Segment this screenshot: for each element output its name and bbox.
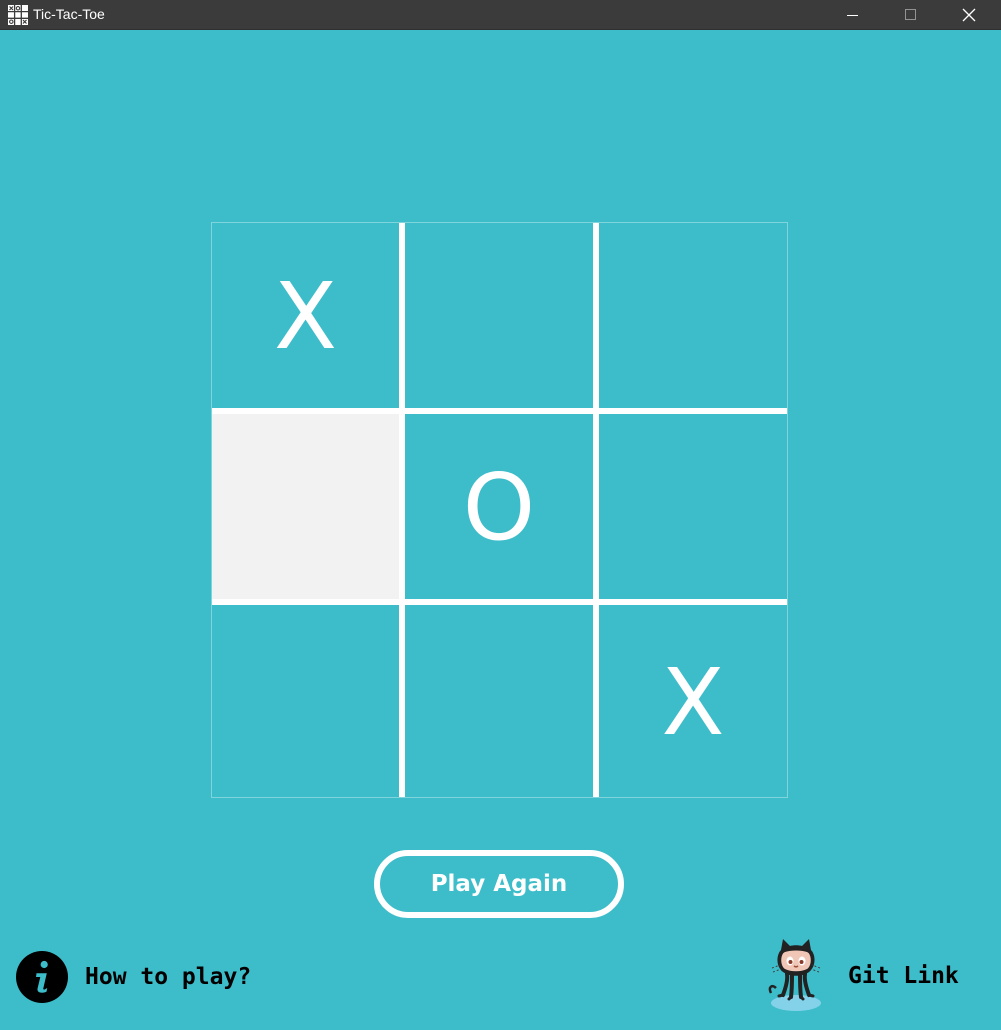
board-cell-r2-c1[interactable]	[212, 414, 399, 599]
board-cell-r2-c3[interactable]	[598, 414, 787, 599]
minimize-icon	[847, 15, 858, 16]
board-cell-r1-c2[interactable]	[405, 223, 593, 408]
board-cell-r2-c2[interactable]: O	[405, 414, 593, 599]
minimize-button[interactable]	[824, 0, 882, 30]
git-link-label: Git Link	[848, 963, 959, 989]
cell-mark: O	[462, 453, 536, 561]
game-board: X O X	[211, 222, 788, 798]
board-cell-r3-c1[interactable]	[212, 605, 399, 797]
board-cell-r1-c3[interactable]	[598, 223, 787, 408]
info-icon	[16, 950, 68, 1003]
play-again-button[interactable]: Play Again	[374, 850, 624, 918]
cell-mark: X	[273, 262, 338, 370]
how-to-play-link[interactable]: How to play?	[16, 950, 251, 1003]
title-bar[interactable]: Tic-Tac-Toe	[0, 0, 1001, 30]
board-cell-r3-c3[interactable]: X	[598, 605, 787, 797]
git-link[interactable]: Git Link	[752, 936, 959, 1016]
board-cell-r3-c2[interactable]	[405, 605, 593, 797]
tic-tac-toe-icon	[8, 5, 28, 25]
close-button[interactable]	[940, 0, 998, 30]
close-icon	[962, 8, 976, 22]
window-title: Tic-Tac-Toe	[33, 6, 105, 22]
board-cell-r1-c1[interactable]: X	[212, 223, 399, 408]
maximize-icon	[905, 9, 916, 20]
how-to-play-label: How to play?	[85, 963, 252, 990]
maximize-button[interactable]	[882, 0, 940, 30]
octocat-icon	[768, 939, 821, 1011]
app-window: Tic-Tac-Toe X O X Play Again How to play…	[0, 0, 1001, 1030]
cell-mark: X	[661, 648, 725, 756]
